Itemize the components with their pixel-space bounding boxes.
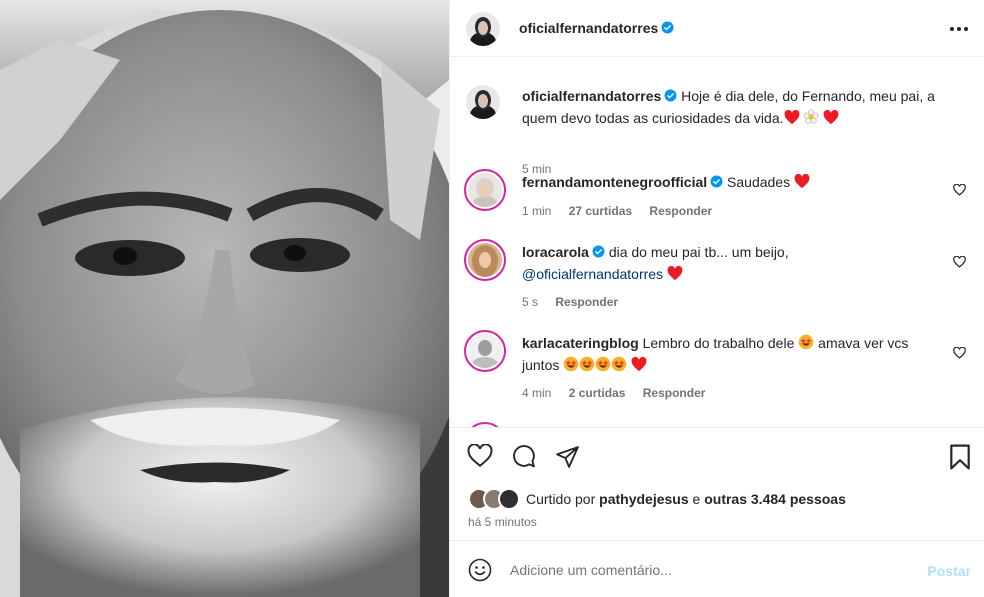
like-comment-icon[interactable]	[953, 256, 966, 268]
more-options-icon[interactable]	[949, 19, 969, 37]
author-name-row: oficialfernandatorres	[519, 20, 674, 38]
comment-likes[interactable]: 2 curtidas	[569, 386, 626, 400]
verified-badge-icon	[592, 245, 605, 258]
verified-badge-icon	[661, 21, 674, 34]
emoji-picker-icon[interactable]	[468, 558, 492, 587]
heart-emoji-icon	[667, 266, 683, 281]
comment-text: loracarola dia do meu pai tb... um beijo…	[522, 241, 942, 285]
likes-middle: e	[692, 491, 701, 507]
portrait-image	[0, 0, 449, 597]
comment-body-b: amava ver vcs	[818, 335, 909, 351]
caption-text: oficialfernandatorres Hoje é dia dele, d…	[522, 85, 942, 129]
comments-list[interactable]: oficialfernandatorres Hoje é dia dele, d…	[450, 57, 984, 427]
heart-emoji-icon	[823, 110, 839, 125]
like-comment-icon[interactable]	[953, 184, 966, 196]
verified-badge-icon	[664, 89, 677, 102]
reply-button[interactable]: Responder	[555, 295, 618, 309]
comment-body: dia do meu pai tb... um beijo,	[608, 244, 789, 260]
comment-meta: 1 min 27 curtidas Responder	[522, 204, 726, 218]
star-eyes-emoji-icon	[798, 334, 814, 350]
commenter-avatar[interactable]	[468, 243, 502, 277]
author-username[interactable]: oficialfernandatorres	[519, 20, 658, 36]
reply-button[interactable]: Responder	[649, 204, 712, 218]
author-avatar[interactable]	[466, 12, 500, 46]
caption-username[interactable]: oficialfernandatorres	[522, 88, 661, 104]
post-comment-button[interactable]: Postar	[927, 563, 971, 579]
post-photo[interactable]	[0, 0, 449, 597]
star-eyes-emoji-icon	[579, 356, 595, 372]
mention-link[interactable]: @oficialfernandatorres	[522, 266, 663, 282]
add-comment-bar: Postar	[450, 540, 984, 597]
likes-prefix: Curtido por	[526, 491, 596, 507]
likes-count[interactable]: outras 3.484 pessoas	[704, 491, 846, 507]
comment-time: 5 s	[522, 295, 539, 309]
post-time: há 5 minutos	[468, 515, 537, 529]
star-eyes-emoji-icon	[595, 356, 611, 372]
star-eyes-emoji-icon	[611, 356, 627, 372]
post-actions: Curtido por pathydejesus e outras 3.484 …	[450, 427, 984, 539]
reply-button[interactable]: Responder	[643, 386, 706, 400]
heart-emoji-icon	[784, 110, 799, 125]
verified-badge-icon	[710, 175, 723, 188]
likes-summary: Curtido por pathydejesus e outras 3.484 …	[468, 488, 846, 513]
comment-meta: 5 s Responder	[522, 295, 632, 309]
like-heart-icon[interactable]	[467, 443, 493, 473]
comment-text: fernandamontenegroofficial Saudades	[522, 171, 942, 193]
share-icon[interactable]	[555, 444, 580, 474]
liker-avatars	[468, 488, 520, 510]
comment-time: 1 min	[522, 204, 552, 218]
post-header: oficialfernandatorres	[450, 0, 984, 57]
star-eyes-emoji-icon	[563, 356, 579, 372]
comment-meta: 4 min 2 curtidas Responder	[522, 386, 719, 400]
post-sidebar: oficialfernandatorres oficialfernandator…	[449, 0, 984, 597]
caption-avatar[interactable]	[466, 85, 500, 119]
comment-time: 4 min	[522, 386, 552, 400]
heart-emoji-icon	[631, 357, 647, 372]
heart-emoji-icon	[794, 174, 810, 189]
like-comment-icon[interactable]	[953, 347, 966, 359]
save-bookmark-icon[interactable]	[949, 444, 971, 475]
comment-body-a: Lembro do trabalho dele	[642, 335, 795, 351]
comment-text: karlacateringblog Lembro do trabalho del…	[522, 332, 942, 376]
comment-username[interactable]: loracarola	[522, 244, 589, 260]
likes-text: Curtido por pathydejesus e outras 3.484 …	[526, 491, 846, 507]
comment-input[interactable]	[510, 562, 890, 578]
comment-body: Saudades	[727, 174, 791, 190]
commenter-avatar[interactable]	[468, 334, 502, 368]
liker-username[interactable]: pathydejesus	[599, 491, 688, 507]
comment-likes[interactable]: 27 curtidas	[569, 204, 632, 218]
comment-icon[interactable]	[511, 444, 536, 474]
comment-username[interactable]: fernandamontenegroofficial	[522, 174, 707, 190]
commenter-avatar[interactable]	[468, 173, 502, 207]
comment-body-c: juntos	[522, 357, 560, 373]
flower-emoji-icon	[804, 109, 819, 124]
comment-username[interactable]: karlacateringblog	[522, 335, 639, 351]
